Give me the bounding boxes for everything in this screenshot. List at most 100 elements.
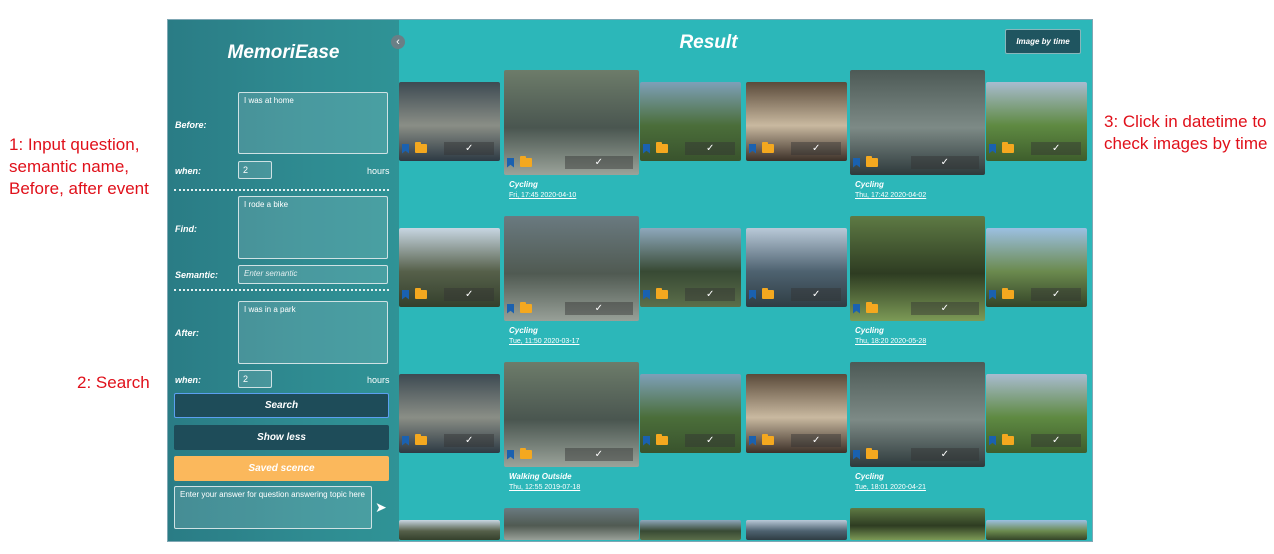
bookmark-icon[interactable] [989,435,996,446]
image-card[interactable]: ✓ [504,216,639,321]
check-icon[interactable]: ✓ [1031,434,1081,447]
image-card[interactable]: ✓ [850,362,985,467]
bookmark-icon[interactable] [853,449,860,460]
bookmark-icon[interactable] [749,289,756,300]
folder-open-icon[interactable] [520,156,532,167]
bookmark-icon[interactable] [749,143,756,154]
image-card[interactable]: ✓ [640,82,741,161]
folder-open-icon[interactable] [866,156,878,167]
folder-open-icon[interactable] [762,288,774,299]
bookmark-icon[interactable] [989,143,996,154]
check-icon[interactable]: ✓ [1031,288,1081,301]
bookmark-icon[interactable] [749,435,756,446]
bookmark-icon[interactable] [402,435,409,446]
bookmark-icon[interactable] [643,143,650,154]
folder-open-icon[interactable] [415,142,427,153]
image-card[interactable] [850,508,985,540]
folder-open-icon[interactable] [656,434,668,445]
image-card[interactable]: ✓ [640,374,741,453]
folder-open-icon[interactable] [866,448,878,459]
chevron-left-icon[interactable]: ‹ [391,35,405,49]
check-icon[interactable]: ✓ [564,448,633,461]
event-datetime-link[interactable]: Tue, 18:01 2020-04-21 [855,484,926,491]
folder-open-icon[interactable] [520,448,532,459]
folder-open-icon[interactable] [520,302,532,313]
qa-answer-input[interactable]: Enter your answer for question answering… [174,486,372,529]
check-icon[interactable]: ✓ [910,156,979,169]
folder-open-icon[interactable] [656,288,668,299]
check-icon[interactable]: ✓ [444,434,494,447]
event-datetime-link[interactable]: Thu, 12:55 2019-07-18 [509,484,580,491]
check-icon[interactable]: ✓ [444,288,494,301]
event-datetime-link[interactable]: Tue, 11:50 2020-03-17 [509,338,579,345]
folder-open-icon[interactable] [866,302,878,313]
bookmark-icon[interactable] [507,449,514,460]
event-name: Cycling [855,472,884,481]
event-datetime-link[interactable]: Fri, 17:45 2020-04-10 [509,192,576,199]
image-card[interactable]: ✓ [986,374,1087,453]
image-card[interactable]: ✓ [504,70,639,175]
image-card[interactable]: ✓ [399,82,500,161]
bookmark-icon[interactable] [402,289,409,300]
folder-open-icon[interactable] [415,288,427,299]
image-card[interactable]: ✓ [746,374,847,453]
folder-open-icon[interactable] [762,434,774,445]
image-card[interactable]: ✓ [504,362,639,467]
image-card[interactable]: ✓ [399,228,500,307]
folder-open-icon[interactable] [1002,288,1014,299]
image-card[interactable] [504,508,639,540]
folder-open-icon[interactable] [1002,142,1014,153]
bookmark-icon[interactable] [643,289,650,300]
bookmark-icon[interactable] [853,303,860,314]
check-icon[interactable]: ✓ [685,288,735,301]
check-icon[interactable]: ✓ [1031,142,1081,155]
event-datetime-link[interactable]: Thu, 17:42 2020-04-02 [855,192,926,199]
before-input[interactable]: I was at home [238,92,388,154]
check-icon[interactable]: ✓ [564,302,633,315]
check-icon[interactable]: ✓ [791,142,841,155]
check-icon[interactable]: ✓ [685,434,735,447]
bookmark-icon[interactable] [507,157,514,168]
before-when-input[interactable]: 2 [238,161,272,179]
image-card[interactable]: ✓ [986,228,1087,307]
bookmark-icon[interactable] [989,289,996,300]
folder-open-icon[interactable] [1002,434,1014,445]
send-icon[interactable]: ➤ [375,499,387,516]
check-icon[interactable]: ✓ [910,302,979,315]
card-actions [850,156,878,169]
check-icon[interactable]: ✓ [910,448,979,461]
event-datetime-link[interactable]: Thu, 18:20 2020-05-28 [855,338,926,345]
bookmark-icon[interactable] [853,157,860,168]
semantic-input[interactable]: Enter semantic [238,265,388,284]
check-icon[interactable]: ✓ [791,434,841,447]
check-icon[interactable]: ✓ [791,288,841,301]
after-when-input[interactable]: 2 [238,370,272,388]
image-card[interactable] [986,520,1087,540]
image-card[interactable] [640,520,741,540]
search-button[interactable]: Search [174,393,389,418]
image-card[interactable]: ✓ [746,228,847,307]
folder-open-icon[interactable] [415,434,427,445]
image-card[interactable]: ✓ [746,82,847,161]
check-icon[interactable]: ✓ [564,156,633,169]
bookmark-icon[interactable] [643,435,650,446]
check-icon[interactable]: ✓ [685,142,735,155]
image-card[interactable]: ✓ [850,216,985,321]
image-by-time-button[interactable]: Image by time [1005,29,1081,54]
image-card[interactable]: ✓ [986,82,1087,161]
bookmark-icon[interactable] [402,143,409,154]
show-less-button[interactable]: Show less [174,425,389,450]
check-icon[interactable]: ✓ [444,142,494,155]
after-input[interactable]: I was in a park [238,301,388,364]
image-card[interactable] [399,520,500,540]
card-actions [746,142,774,155]
saved-scene-button[interactable]: Saved scence [174,456,389,481]
image-card[interactable]: ✓ [399,374,500,453]
bookmark-icon[interactable] [507,303,514,314]
folder-open-icon[interactable] [656,142,668,153]
folder-open-icon[interactable] [762,142,774,153]
find-input[interactable]: I rode a bike [238,196,388,259]
image-card[interactable]: ✓ [850,70,985,175]
image-card[interactable] [746,520,847,540]
image-card[interactable]: ✓ [640,228,741,307]
